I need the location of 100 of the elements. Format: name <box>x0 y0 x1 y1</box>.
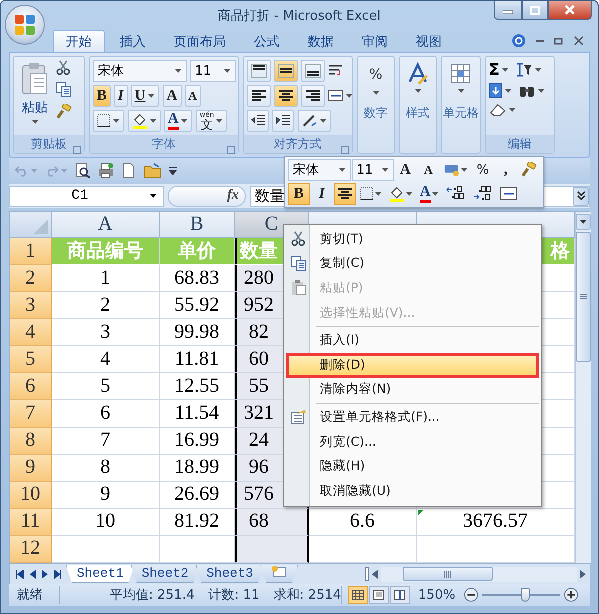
font-color-button[interactable]: A <box>164 110 192 132</box>
name-box[interactable]: C1 <box>9 186 164 206</box>
fill-color-button[interactable] <box>128 110 161 132</box>
menu-item[interactable]: 删除(D) <box>286 352 539 378</box>
table-cell: 6.6 <box>309 508 417 536</box>
office-button[interactable] <box>5 5 45 45</box>
caret-icon <box>320 119 327 123</box>
decrease-indent-button[interactable] <box>247 110 269 132</box>
styles-icon <box>407 62 429 86</box>
borders-button[interactable] <box>93 110 124 132</box>
close-icon <box>574 36 584 46</box>
horizontal-align-button[interactable] <box>274 85 298 107</box>
font-name-field[interactable]: 宋体 <box>288 159 351 181</box>
percent-button[interactable]: % <box>472 159 494 181</box>
grow-font-button[interactable]: A <box>162 85 182 107</box>
ribbon-tab[interactable]: 审阅 <box>349 30 401 52</box>
table-grid-icon <box>450 62 472 86</box>
row-header[interactable]: 5 <box>10 346 52 374</box>
table-cell: 2 <box>52 292 160 320</box>
font-size-field[interactable]: 11 <box>352 159 394 181</box>
grid-view-icon <box>352 590 364 600</box>
wrap-text-icon <box>328 64 344 78</box>
restore-icon <box>554 36 564 46</box>
horizontal-align-button[interactable] <box>301 85 325 107</box>
normal-view-button[interactable] <box>348 586 368 604</box>
scroll-up-button[interactable] <box>576 214 591 230</box>
align-bottom-icon <box>305 64 321 78</box>
slanted-text-icon <box>302 114 318 128</box>
table-cell: 8 <box>52 454 160 482</box>
ribbon-tab[interactable]: 开始 <box>53 30 105 52</box>
decrease-decimal-icon <box>472 186 493 202</box>
row-header[interactable]: 7 <box>10 400 52 428</box>
format-painter-icon <box>56 104 72 120</box>
maximize-button[interactable] <box>522 1 548 20</box>
row-header[interactable]: 9 <box>10 454 52 482</box>
font-color-button[interactable]: A <box>417 183 442 205</box>
font-size-field[interactable]: 11 <box>190 60 236 82</box>
sheet-tab[interactable]: Sheet3 <box>196 565 264 583</box>
sheet-tab[interactable]: Sheet2 <box>130 565 200 583</box>
ribbon-tab[interactable]: 页面布局 <box>161 30 239 52</box>
vertical-align-button[interactable] <box>301 60 325 82</box>
minimize-button[interactable] <box>494 1 522 20</box>
scroll-thumb[interactable] <box>576 232 591 362</box>
zoom-in-icon <box>564 587 579 603</box>
bold-button[interactable]: B <box>288 183 310 205</box>
slider-thumb[interactable] <box>521 588 530 602</box>
underline-button[interactable]: U <box>130 85 159 107</box>
sum-button[interactable]: Σ <box>489 60 500 79</box>
copy-icon <box>56 82 72 98</box>
column-header[interactable]: A <box>52 212 160 238</box>
bold-button[interactable]: B <box>93 85 112 107</box>
vertical-align-button[interactable] <box>247 60 271 82</box>
page-view-icon <box>373 590 386 600</box>
row-header[interactable]: 2 <box>10 265 52 292</box>
caret-icon <box>61 169 68 173</box>
chevron-down-icon <box>576 191 586 201</box>
row-header[interactable]: 8 <box>10 428 52 455</box>
comma-button[interactable]: , <box>495 159 518 181</box>
sheet-tab[interactable]: Sheet1 <box>66 565 135 583</box>
align-center-icon <box>337 187 353 201</box>
caret-icon <box>502 68 509 72</box>
scroll-thumb[interactable] <box>403 567 493 581</box>
page-layout-view-button[interactable] <box>369 586 390 604</box>
fill-down-icon <box>489 83 503 99</box>
vertical-align-button[interactable] <box>274 60 298 82</box>
font-name-field[interactable]: 宋体 <box>93 60 187 82</box>
help-icon <box>512 34 526 48</box>
orientation-button[interactable] <box>298 110 331 132</box>
align-top-icon <box>251 64 267 78</box>
align-center-button[interactable] <box>334 183 356 205</box>
insert-function-button[interactable]: fx <box>168 186 246 206</box>
expand-formula-button[interactable] <box>573 186 589 206</box>
row-header[interactable]: 1 <box>10 238 52 266</box>
row-header[interactable]: 4 <box>10 319 52 346</box>
increase-indent-button[interactable] <box>272 110 294 132</box>
italic-button[interactable]: I <box>311 183 333 205</box>
column-header[interactable]: B <box>160 212 235 238</box>
vertical-scrollbar[interactable] <box>575 212 591 563</box>
row-header[interactable]: 12 <box>10 536 52 563</box>
grip-icon <box>444 570 452 578</box>
ribbon-tab[interactable]: 插入 <box>107 30 159 52</box>
horizontal-align-button[interactable] <box>247 85 271 107</box>
shrink-font-button[interactable]: A <box>418 159 440 181</box>
close-button[interactable] <box>548 1 592 20</box>
ribbon-tab[interactable]: 视图 <box>403 30 455 52</box>
shrink-font-button[interactable]: A <box>184 85 202 107</box>
ribbon-tab[interactable]: 公式 <box>241 30 293 52</box>
paste-button[interactable]: 粘贴 <box>17 60 53 132</box>
paint-bucket-icon <box>132 113 148 129</box>
row-header[interactable]: 3 <box>10 292 52 320</box>
row-header[interactable]: 6 <box>10 373 52 400</box>
grow-font-button[interactable]: A <box>394 159 417 181</box>
row-header[interactable]: 11 <box>10 508 52 536</box>
page-break-view-button[interactable] <box>390 586 410 604</box>
increase-indent-icon <box>276 114 290 128</box>
ribbon-tab[interactable]: 数据 <box>295 30 347 52</box>
table-cell: 1 <box>52 265 160 292</box>
italic-button[interactable]: I <box>114 85 128 107</box>
row-header[interactable]: 10 <box>10 482 52 509</box>
number-format-button[interactable]: % <box>361 60 391 102</box>
